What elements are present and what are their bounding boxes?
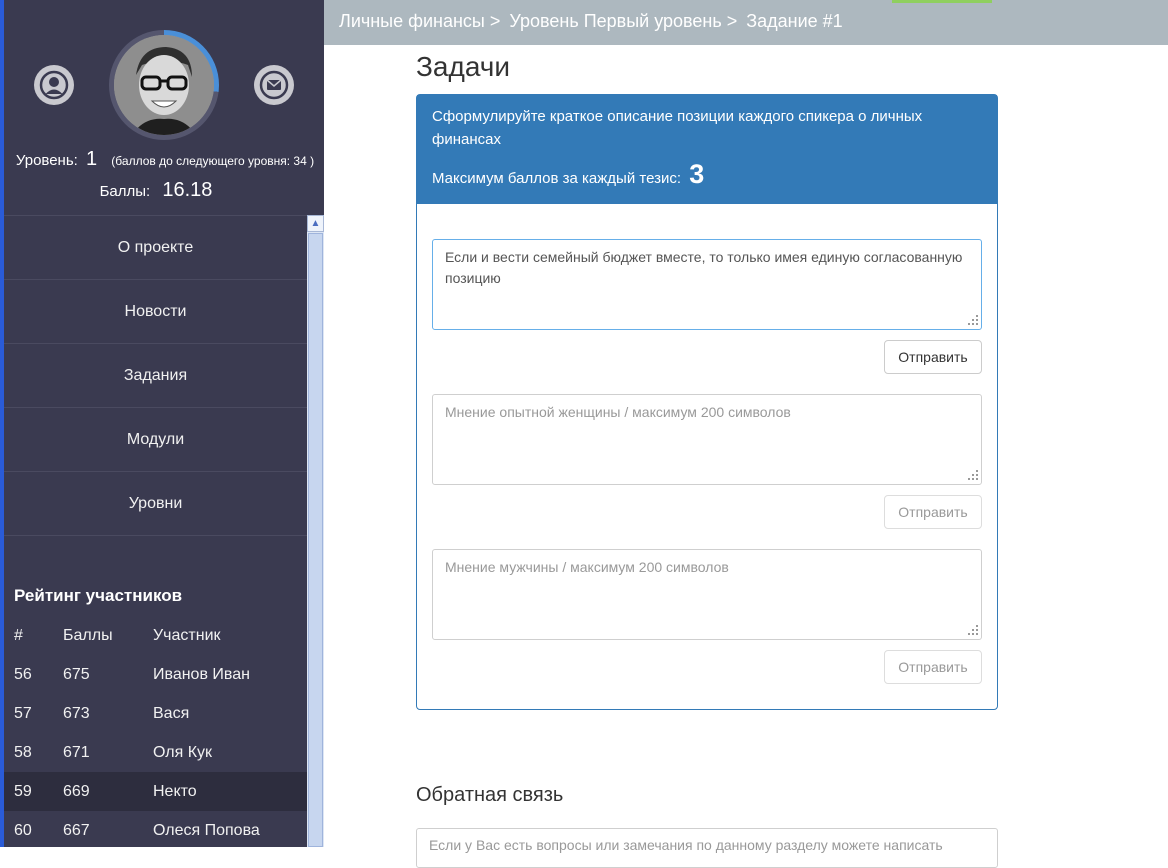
score-value: 16.18: [162, 179, 213, 201]
rating-header-rank: #: [14, 626, 23, 644]
sidebar-item-modules[interactable]: Модули: [4, 407, 307, 471]
submit-button-1[interactable]: Отправить: [884, 340, 982, 374]
sidebar-menu: О проекте Новости Задания Модули Уровни: [4, 215, 307, 536]
task-panel: Сформулируйте краткое описание позиции к…: [416, 94, 998, 710]
rating-row[interactable]: 57 673 Вася: [4, 694, 307, 733]
feedback-field[interactable]: [416, 828, 998, 868]
breadcrumb-level[interactable]: Уровень Первый уровень >: [509, 11, 737, 31]
task-description: Сформулируйте краткое описание позиции к…: [432, 108, 923, 148]
rating-header-participant: Участник: [153, 626, 221, 644]
score-label: Баллы:: [99, 183, 151, 200]
rating-points: 671: [63, 743, 90, 761]
rating-name: Олеся Попова: [153, 821, 260, 839]
sidebar-item-news[interactable]: Новости: [4, 279, 307, 343]
rating-row[interactable]: 60 667 Олеся Попова: [4, 811, 307, 847]
avatar[interactable]: [114, 35, 214, 135]
submit-button-3[interactable]: Отправить: [884, 650, 982, 684]
sidebar-item-levels[interactable]: Уровни: [4, 471, 307, 536]
sidebar-item-about[interactable]: О проекте: [4, 215, 307, 279]
rating-name: Иванов Иван: [153, 665, 250, 683]
rating-header-points: Баллы: [63, 626, 113, 644]
max-points-value: 3: [689, 159, 705, 189]
level-info: Уровень: 1 (баллов до следующего уровня:…: [0, 148, 324, 171]
resize-grip-icon[interactable]: [968, 625, 978, 635]
rating-points: 669: [63, 782, 90, 800]
scroll-thumb[interactable]: [308, 233, 323, 847]
top-accent-tab: [892, 0, 992, 3]
user-icon[interactable]: [34, 65, 74, 105]
rating-rank: 58: [14, 743, 32, 761]
sidebar-scrollbar[interactable]: ▲: [307, 215, 324, 847]
rating-points: 667: [63, 821, 90, 839]
rating-name: Некто: [153, 782, 197, 800]
resize-grip-icon[interactable]: [968, 315, 978, 325]
max-points-label: Максимум баллов за каждый тезис:: [432, 170, 682, 187]
answer-field-3[interactable]: [432, 549, 982, 640]
breadcrumb-task: Задание #1: [746, 11, 843, 31]
top-bar: Личные финансы > Уровень Первый уровень …: [324, 0, 1168, 45]
rating-rank: 59: [14, 782, 32, 800]
rating-rank: 56: [14, 665, 32, 683]
rating-rank: 60: [14, 821, 32, 839]
answer-field-1[interactable]: Если и вести семейный бюджет вместе, то …: [432, 239, 982, 330]
feedback-title: Обратная связь: [416, 784, 564, 806]
rating-name: Вася: [153, 704, 190, 722]
rating-points: 675: [63, 665, 90, 683]
submit-button-2[interactable]: Отправить: [884, 495, 982, 529]
rating-table: # Баллы Участник 56 675 Иванов Иван 57 6…: [4, 616, 307, 847]
scroll-up-icon[interactable]: ▲: [307, 215, 324, 232]
rating-row[interactable]: 58 671 Оля Кук: [4, 733, 307, 772]
rating-header-row: # Баллы Участник: [4, 616, 307, 655]
rating-row-current-user[interactable]: 59 669 Некто: [4, 772, 307, 811]
score-info: Баллы: 16.18: [0, 179, 312, 202]
rating-title: Рейтинг участников: [14, 586, 183, 605]
answer-field-2[interactable]: [432, 394, 982, 485]
resize-grip-icon[interactable]: [968, 470, 978, 480]
mail-icon[interactable]: [254, 65, 294, 105]
level-label: Уровень:: [15, 152, 78, 169]
level-hint: (баллов до следующего уровня: 34 ): [111, 154, 315, 168]
breadcrumb: Личные финансы > Уровень Первый уровень …: [339, 11, 847, 32]
level-value: 1: [86, 148, 98, 170]
sidebar: Уровень: 1 (баллов до следующего уровня:…: [0, 0, 324, 847]
sidebar-item-tasks[interactable]: Задания: [4, 343, 307, 407]
breadcrumb-finance[interactable]: Личные финансы >: [339, 11, 500, 31]
rating-row[interactable]: 56 675 Иванов Иван: [4, 655, 307, 694]
rating-points: 673: [63, 704, 90, 722]
task-panel-header: Сформулируйте краткое описание позиции к…: [417, 95, 997, 204]
rating-rank: 57: [14, 704, 32, 722]
page-title: Задачи: [416, 51, 511, 82]
max-points: Максимум баллов за каждый тезис: 3: [432, 159, 982, 190]
rating-name: Оля Кук: [153, 743, 213, 761]
